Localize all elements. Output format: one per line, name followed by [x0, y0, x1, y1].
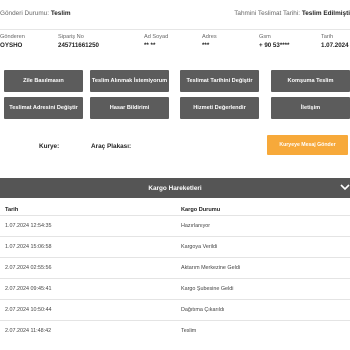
table-row: 1.07.2024 15:06:58 Kargoya Verildi — [0, 236, 350, 257]
change-delivery-date-button[interactable]: Teslimat Tarihini Değiştir — [180, 70, 259, 92]
row-status: Dağıtıma Çıkarıldı — [181, 307, 225, 313]
info-key: Gsm — [259, 34, 271, 40]
row-status: Kargoya Verildi — [181, 244, 218, 250]
info-value: *** — [202, 42, 210, 49]
shipment-status-label: Gönderi Durumu: — [0, 10, 50, 17]
report-damage-button[interactable]: Hasar Bildirimi — [90, 97, 169, 119]
info-key: Adres — [202, 34, 217, 40]
info-value: OYSHO — [0, 42, 23, 49]
rate-service-button[interactable]: Hizmeti Değerlendir — [180, 97, 259, 119]
contact-button[interactable]: İletişim — [271, 97, 350, 119]
info-key: Ad Soyad — [144, 34, 169, 40]
courier-section: Kurye: Araç Plakası: Kuryeye Mesaj Gönde… — [0, 135, 350, 157]
column-header-date: Tarih — [5, 207, 19, 213]
do-not-ring-button[interactable]: Zile Basılmasın — [4, 70, 83, 92]
row-date: 1.07.2024 12:54:35 — [5, 223, 52, 229]
refuse-delivery-button[interactable]: Teslim Alınmak İstemiyorum — [90, 70, 169, 92]
column-header-status: Kargo Durumu — [181, 207, 221, 213]
table-row: 2.07.2024 10:50:44 Dağıtıma Çıkarıldı — [0, 299, 350, 320]
row-date: 1.07.2024 15:06:58 — [5, 244, 52, 250]
info-name: Ad Soyad ** ** — [144, 34, 168, 49]
info-key: Gönderen — [0, 34, 25, 40]
row-status: Aktarım Merkezine Geldi — [181, 265, 241, 271]
courier-label: Kurye: — [39, 143, 60, 150]
info-value: ** ** — [144, 42, 156, 49]
info-key: Tarih — [321, 34, 334, 40]
info-date: Tarih 1.07.2024 — [321, 34, 349, 49]
table-row: 2.07.2024 02:55:56 Aktarım Merkezine Gel… — [0, 257, 350, 278]
shipment-status: Gönderi Durumu: Teslim — [0, 10, 71, 17]
row-status: Kargo Şubesine Geldi — [181, 286, 234, 292]
info-order-no: Sipariş No 245711661250 — [58, 34, 99, 49]
row-date: 2.07.2024 09:45:41 — [5, 286, 52, 292]
table-row: 2.07.2024 11:48:42 Teslim — [0, 320, 350, 341]
info-key: Sipariş No — [58, 34, 84, 40]
row-status: Teslim — [181, 328, 197, 334]
status-bar: Gönderi Durumu: Teslim Tahmini Teslimat … — [0, 0, 350, 30]
estimated-delivery-label: Tahmini Teslimat Tarihi: — [234, 10, 301, 17]
estimated-delivery: Tahmini Teslimat Tarihi: Teslim Edilmişt… — [234, 10, 350, 17]
estimated-delivery-value: Teslim Edilmişti — [301, 10, 350, 17]
info-sender: Gönderen OYSHO — [0, 34, 25, 49]
table-row: 2.07.2024 09:45:41 Kargo Şubesine Geldi — [0, 278, 350, 299]
deliver-to-neighbor-button[interactable]: Komşuma Teslim — [271, 70, 350, 92]
info-value: + 90 53**** — [259, 42, 290, 49]
cargo-movements-header[interactable]: Kargo Hareketleri — [0, 178, 350, 198]
shipment-status-value: Teslim — [50, 10, 71, 17]
change-delivery-address-button[interactable]: Teslimat Adresini Değiştir — [4, 97, 83, 119]
table-row: 1.07.2024 12:54:35 Hazırlanıyor — [0, 215, 350, 236]
vehicle-plate-label: Araç Plakası: — [91, 143, 132, 150]
row-date: 2.07.2024 11:48:42 — [5, 328, 52, 334]
row-date: 2.07.2024 10:50:44 — [5, 307, 52, 313]
info-value: 1.07.2024 — [321, 42, 349, 49]
row-status: Hazırlanıyor — [181, 223, 211, 229]
info-value: 245711661250 — [58, 42, 99, 49]
info-gsm: Gsm + 90 53**** — [259, 34, 289, 49]
row-date: 2.07.2024 02:55:56 — [5, 265, 52, 271]
info-address: Adres *** — [202, 34, 217, 49]
shipment-info: Gönderen OYSHO Sipariş No 245711661250 A… — [0, 34, 350, 56]
cargo-movements-title: Kargo Hareketleri — [148, 184, 202, 192]
message-courier-button[interactable]: Kuryeye Mesaj Gönder — [267, 135, 348, 155]
chevron-down-icon[interactable] — [340, 180, 350, 194]
